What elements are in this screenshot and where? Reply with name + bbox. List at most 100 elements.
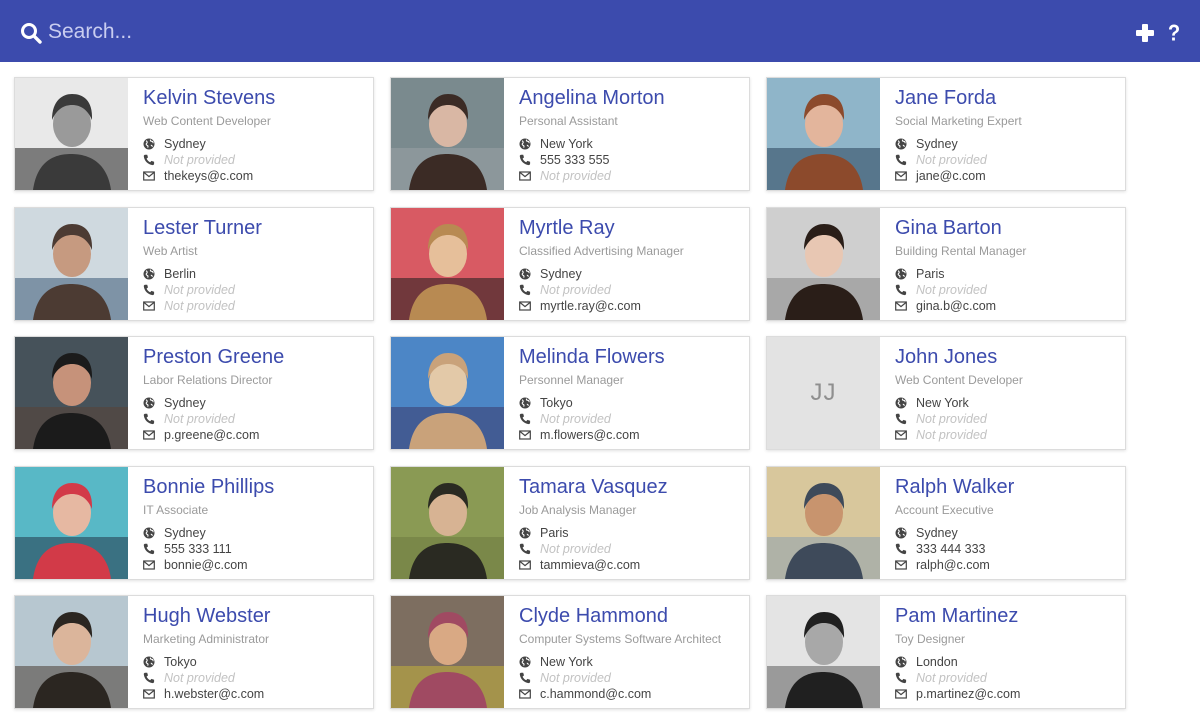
avatar xyxy=(767,596,880,708)
contact-email[interactable]: bonnie@c.com xyxy=(164,557,248,573)
contact-city: New York xyxy=(540,137,593,151)
phone-icon xyxy=(519,154,531,166)
contact-phone: 555 333 111 xyxy=(164,542,232,556)
contact-city: Sydney xyxy=(164,526,206,540)
envelope-icon xyxy=(143,301,155,311)
contact-email: Not provided xyxy=(540,169,611,183)
contact-card[interactable]: Pam Martinez Toy Designer London Not provid… xyxy=(766,595,1126,709)
avatar xyxy=(15,78,128,190)
contact-card[interactable]: Jane Forda Social Marketing Expert Sydney N… xyxy=(766,77,1126,191)
globe-icon xyxy=(143,138,155,150)
contact-name[interactable]: Tamara Vasquez xyxy=(519,476,668,499)
phone-icon xyxy=(143,543,155,555)
contact-email[interactable]: c.hammond@c.com xyxy=(540,686,651,702)
contact-phone: Not provided xyxy=(164,412,235,426)
avatar xyxy=(391,337,504,449)
contact-email[interactable]: p.martinez@c.com xyxy=(916,686,1020,702)
contact-title: Web Content Developer xyxy=(895,373,1023,387)
contact-card[interactable]: Clyde Hammond Computer Systems Software A… xyxy=(390,595,750,709)
contact-card[interactable]: Kelvin Stevens Web Content Developer Sydne… xyxy=(14,77,374,191)
globe-icon xyxy=(143,527,155,539)
contact-name[interactable]: Gina Barton xyxy=(895,217,1002,240)
phone-icon xyxy=(143,672,155,684)
contact-email[interactable]: p.greene@c.com xyxy=(164,427,259,443)
contact-name[interactable]: Jane Forda xyxy=(895,87,996,110)
contact-name[interactable]: Lester Turner xyxy=(143,217,262,240)
contact-phone: Not provided xyxy=(540,412,611,426)
avatar-photo xyxy=(15,78,128,190)
search-icon[interactable] xyxy=(20,22,42,44)
contact-name[interactable]: Clyde Hammond xyxy=(519,605,668,628)
avatar-photo xyxy=(15,208,128,320)
contact-email[interactable]: h.webster@c.com xyxy=(164,686,264,702)
contact-title: Classified Advertising Manager xyxy=(519,244,684,258)
avatar xyxy=(767,208,880,320)
phone-icon xyxy=(143,154,155,166)
contact-email[interactable]: m.flowers@c.com xyxy=(540,427,640,443)
avatar xyxy=(391,78,504,190)
contact-title: Social Marketing Expert xyxy=(895,114,1022,128)
envelope-icon xyxy=(895,171,907,181)
contact-name[interactable]: John Jones xyxy=(895,346,997,369)
contact-card[interactable]: Hugh Webster Marketing Administrator Tokyo… xyxy=(14,595,374,709)
contact-card[interactable]: Tamara Vasquez Job Analysis Manager Paris N… xyxy=(390,466,750,580)
avatar xyxy=(391,208,504,320)
contact-city: Sydney xyxy=(164,137,206,151)
contact-phone: 555 333 555 xyxy=(540,153,610,167)
search-input[interactable] xyxy=(48,16,948,48)
globe-icon xyxy=(895,397,907,409)
contact-name[interactable]: Myrtle Ray xyxy=(519,217,615,240)
contact-title: IT Associate xyxy=(143,503,209,517)
contact-email[interactable]: myrtle.ray@c.com xyxy=(540,298,641,314)
contact-phone: Not provided xyxy=(164,283,235,297)
contact-name[interactable]: Kelvin Stevens xyxy=(143,87,275,110)
contact-email[interactable]: ralph@c.com xyxy=(916,557,990,573)
contact-city: Sydney xyxy=(916,137,958,151)
contact-card[interactable]: Myrtle Ray Classified Advertising Manager… xyxy=(390,207,750,321)
avatar-photo xyxy=(15,467,128,579)
avatar xyxy=(15,467,128,579)
avatar xyxy=(15,337,128,449)
envelope-icon xyxy=(895,560,907,570)
contact-card[interactable]: JJ John Jones Web Content Developer New Yor… xyxy=(766,336,1126,450)
avatar xyxy=(15,208,128,320)
contact-name[interactable]: Angelina Morton xyxy=(519,87,665,110)
contact-title: Personal Assistant xyxy=(519,114,618,128)
contact-card[interactable]: Bonnie Phillips IT Associate Sydney 555 333… xyxy=(14,466,374,580)
contact-card[interactable]: Melinda Flowers Personnel Manager Tokyo Not… xyxy=(390,336,750,450)
contact-card[interactable]: Gina Barton Building Rental Manager Paris N… xyxy=(766,207,1126,321)
contact-phone: Not provided xyxy=(164,671,235,685)
contact-phone: Not provided xyxy=(540,542,611,556)
contact-phone: Not provided xyxy=(164,153,235,167)
add-icon[interactable] xyxy=(1134,22,1156,44)
contact-email[interactable]: gina.b@c.com xyxy=(916,298,996,314)
avatar-photo xyxy=(767,208,880,320)
contact-name[interactable]: Bonnie Phillips xyxy=(143,476,274,499)
contact-card[interactable]: Ralph Walker Account Executive Sydney 333 4… xyxy=(766,466,1126,580)
contact-email: Not provided xyxy=(164,299,235,313)
avatar xyxy=(767,467,880,579)
contact-name[interactable]: Ralph Walker xyxy=(895,476,1014,499)
contact-email[interactable]: thekeys@c.com xyxy=(164,168,253,184)
avatar xyxy=(15,596,128,708)
contact-email[interactable]: tammieva@c.com xyxy=(540,557,640,573)
avatar-photo xyxy=(767,78,880,190)
contact-card[interactable]: Angelina Morton Personal Assistant New Yor… xyxy=(390,77,750,191)
contact-name[interactable]: Melinda Flowers xyxy=(519,346,665,369)
globe-icon xyxy=(895,138,907,150)
contact-phone: Not provided xyxy=(540,671,611,685)
contact-card[interactable]: Preston Greene Labor Relations Director Sy… xyxy=(14,336,374,450)
contact-card[interactable]: Lester Turner Web Artist Berlin Not provide… xyxy=(14,207,374,321)
phone-icon xyxy=(895,413,907,425)
contact-name[interactable]: Hugh Webster xyxy=(143,605,270,628)
contact-name[interactable]: Preston Greene xyxy=(143,346,284,369)
envelope-icon xyxy=(143,171,155,181)
avatar xyxy=(391,596,504,708)
contact-city: Paris xyxy=(540,526,569,540)
globe-icon xyxy=(143,397,155,409)
top-bar xyxy=(0,0,1200,62)
contact-title: Computer Systems Software Architect xyxy=(519,632,722,646)
contact-email[interactable]: jane@c.com xyxy=(916,168,986,184)
help-icon[interactable] xyxy=(1163,22,1185,44)
contact-name[interactable]: Pam Martinez xyxy=(895,605,1018,628)
